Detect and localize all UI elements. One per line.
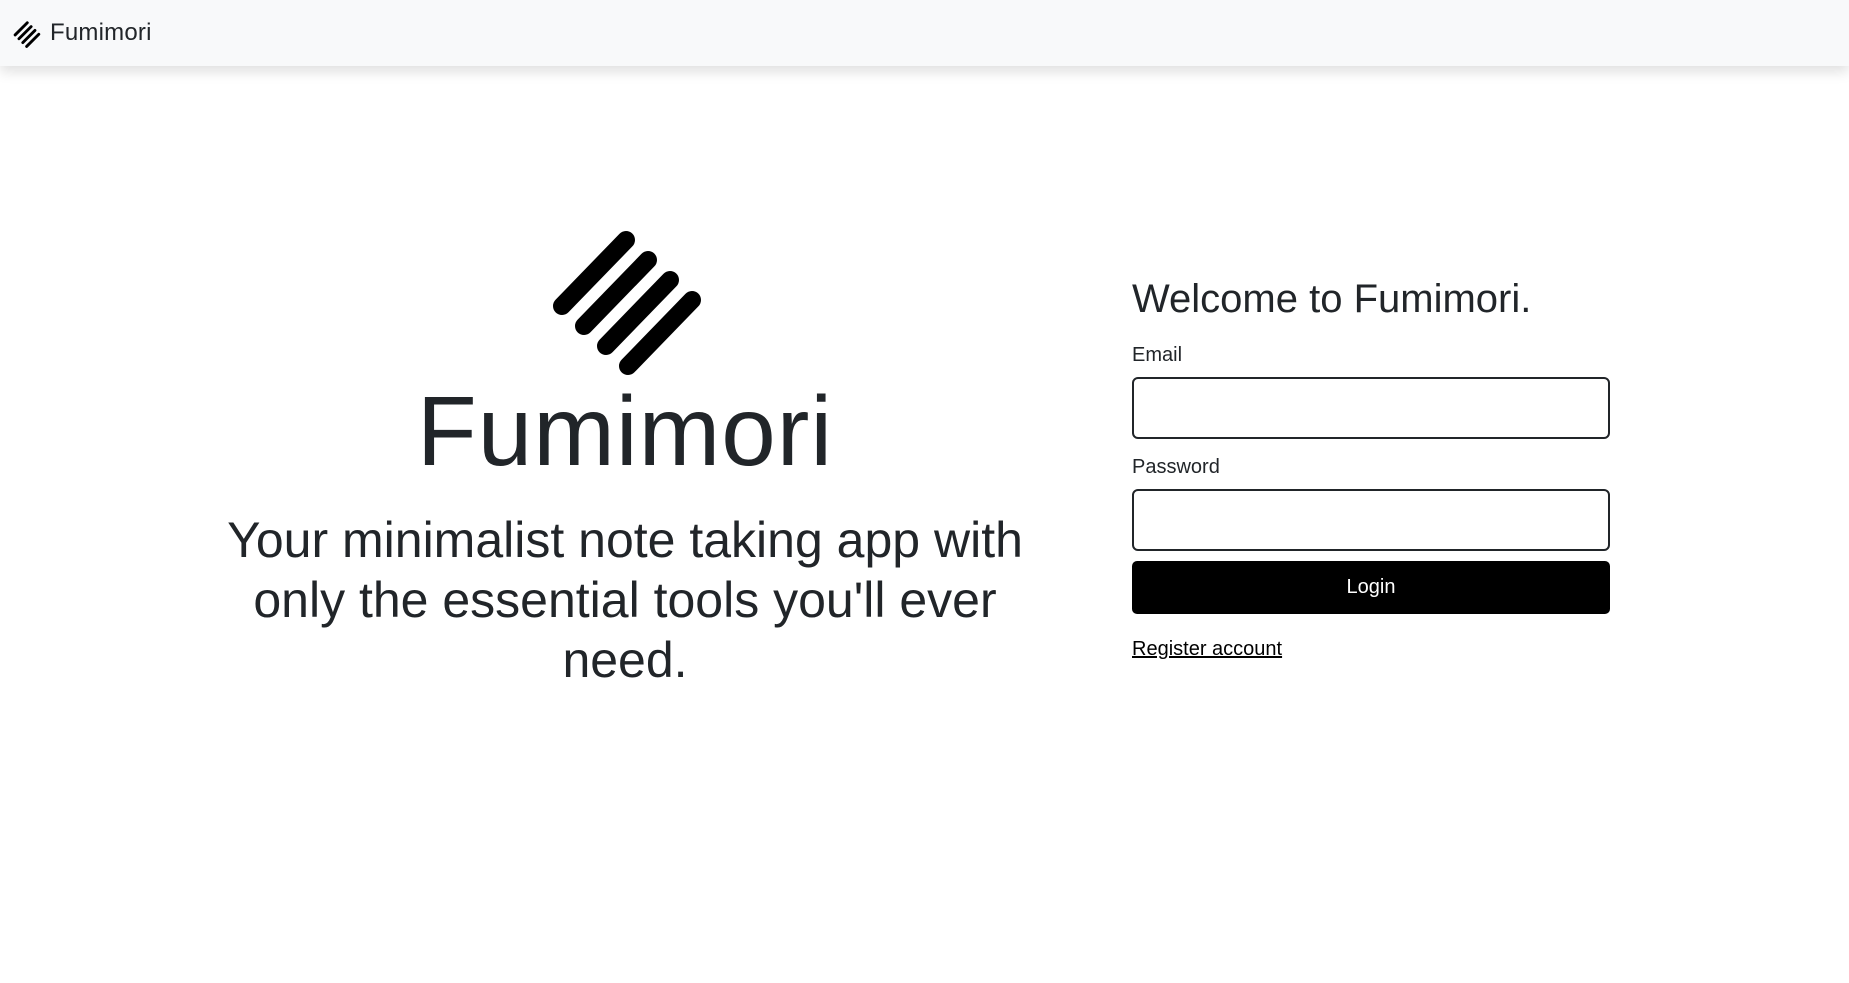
hero-tagline: Your minimalist note taking app with onl…: [227, 512, 1023, 688]
hero-title: Fumimori: [416, 376, 834, 486]
email-field[interactable]: [1132, 377, 1610, 439]
register-account-link[interactable]: Register account: [1132, 638, 1282, 661]
top-navbar: Fumimori: [0, 0, 1849, 66]
navbar-brand-name: Fumimori: [50, 19, 152, 46]
password-label: Password: [1132, 456, 1220, 478]
login-button[interactable]: Login: [1132, 561, 1610, 614]
password-field[interactable]: [1132, 489, 1610, 551]
navbar-brand[interactable]: Fumimori: [10, 17, 152, 49]
login-heading: Welcome to Fumimori.: [1132, 277, 1532, 321]
login-form: Welcome to Fumimori. Email Password Logi…: [1132, 275, 1610, 661]
fumimori-logo-icon: [10, 17, 42, 49]
email-label: Email: [1132, 344, 1183, 366]
hero-section: Fumimori Your minimalist note taking app…: [160, 210, 1090, 690]
fumimori-logo-icon: [160, 210, 1090, 380]
